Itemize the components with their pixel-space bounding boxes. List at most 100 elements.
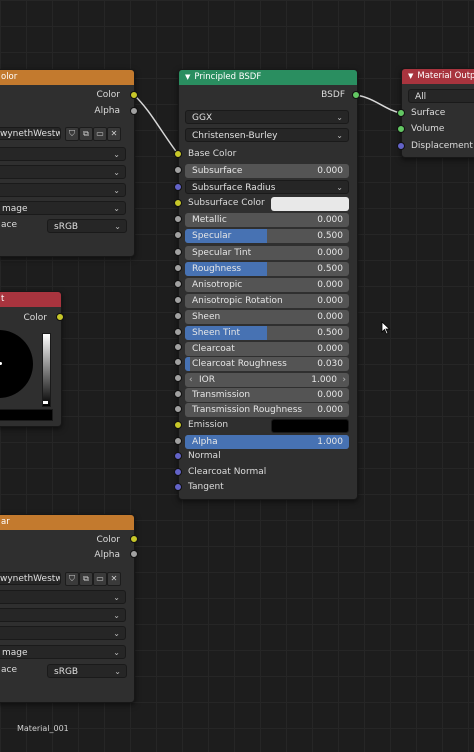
clearcoat-socket[interactable]	[174, 343, 182, 351]
field-clearcoat[interactable]: Clearcoat 0.000	[185, 342, 349, 356]
output-target-dropdown[interactable]: All	[408, 89, 474, 103]
collapse-triangle-icon[interactable]: ▼	[185, 73, 190, 81]
bsdf-node-header[interactable]: ▼ Principled BSDF	[179, 70, 357, 85]
source-dropdown[interactable]: mage ⌄	[0, 645, 126, 659]
duplicate-icon[interactable]: ⧉	[79, 127, 93, 141]
extension-dropdown[interactable]: ⌄	[0, 626, 126, 640]
field-sheen-tint[interactable]: Sheen Tint 0.500	[185, 326, 349, 340]
colorspace-dropdown[interactable]: sRGB ⌄	[47, 219, 127, 233]
specular-tint-socket[interactable]	[174, 248, 182, 256]
normal-socket[interactable]	[174, 452, 182, 460]
material-name-label: Material_001	[17, 724, 69, 733]
field-specular-tint[interactable]: Specular Tint 0.000	[185, 246, 349, 260]
subsurface-color-swatch[interactable]	[271, 197, 349, 211]
chevron-down-icon: ⌄	[336, 131, 343, 140]
field-alpha[interactable]: Alpha 1.000	[185, 435, 349, 449]
field-transmission[interactable]: Transmission 0.000	[185, 388, 349, 402]
chevron-down-icon: ⌄	[114, 222, 121, 231]
metallic-socket[interactable]	[174, 215, 182, 223]
image-bottom-alpha-socket[interactable]	[130, 550, 138, 558]
field-specular[interactable]: Specular 0.500	[185, 229, 349, 243]
image-top-color-socket[interactable]	[130, 91, 138, 99]
field-metallic[interactable]: Metallic 0.000	[185, 213, 349, 227]
close-icon[interactable]: ✕	[107, 127, 121, 141]
subsurface-socket[interactable]	[174, 166, 182, 174]
folder-icon[interactable]: ▭	[93, 572, 107, 586]
field-clearcoat-roughness[interactable]: Clearcoat Roughness 0.030	[185, 357, 349, 371]
field-transmission-roughness[interactable]: Transmission Roughness 0.000	[185, 403, 349, 417]
bsdf-output-socket[interactable]	[352, 91, 360, 99]
tangent-socket[interactable]	[174, 483, 182, 491]
image-texture-node-bottom[interactable]: ar Color Alpha wynethWestwo... ⛉ ⧉ ▭ ✕ ⌄…	[0, 514, 135, 703]
chevron-down-icon: ⌄	[113, 204, 120, 213]
rgb-node[interactable]: t Color	[0, 291, 62, 427]
volume-socket[interactable]	[397, 125, 405, 133]
image-name-field[interactable]: wynethWestwo...	[0, 127, 61, 140]
close-icon[interactable]: ✕	[107, 572, 121, 586]
interpolation-dropdown[interactable]: ⌄	[0, 147, 126, 161]
field-roughness[interactable]: Roughness 0.500	[185, 262, 349, 276]
image-top-alpha-socket[interactable]	[130, 107, 138, 115]
transmission-roughness-socket[interactable]	[174, 405, 182, 413]
displacement-socket[interactable]	[397, 142, 405, 150]
image-bottom-color-socket[interactable]	[130, 535, 138, 543]
clearcoat-roughness-socket[interactable]	[174, 358, 182, 366]
base-color-socket[interactable]	[174, 150, 182, 158]
link-bsdf-to-surface	[355, 94, 402, 114]
ior-increment-icon[interactable]: ›	[342, 373, 346, 387]
field-subsurface[interactable]: Subsurface 0.000	[185, 164, 349, 178]
sheen-tint-socket[interactable]	[174, 328, 182, 336]
extension-dropdown[interactable]: ⌄	[0, 183, 126, 197]
anisotropic-rotation-socket[interactable]	[174, 296, 182, 304]
image-node-header[interactable]: ar	[0, 515, 134, 530]
surface-socket[interactable]	[397, 109, 405, 117]
field-ior[interactable]: ‹ IOR 1.000 ›	[185, 373, 349, 387]
field-anisotropic-rotation[interactable]: Anisotropic Rotation 0.000	[185, 294, 349, 308]
image-node-header[interactable]: olor	[0, 70, 134, 85]
emission-socket[interactable]	[174, 421, 182, 429]
folder-icon[interactable]: ▭	[93, 127, 107, 141]
image-name-field[interactable]: wynethWestwo...	[0, 572, 61, 585]
value-slider[interactable]	[42, 333, 51, 407]
projection-dropdown[interactable]: ⌄	[0, 608, 126, 622]
subsurface-radius-socket[interactable]	[174, 183, 182, 191]
image-texture-node-top[interactable]: olor Color Alpha wynethWestwo... ⛉ ⧉ ▭ ✕…	[0, 69, 135, 257]
principled-bsdf-node[interactable]: ▼ Principled BSDF BSDF GGX ⌄ Christensen-B…	[178, 69, 358, 500]
roughness-socket[interactable]	[174, 264, 182, 272]
subsurface-method-dropdown[interactable]: Christensen-Burley ⌄	[185, 128, 349, 142]
rgb-node-header[interactable]: t	[0, 292, 61, 307]
field-anisotropic[interactable]: Anisotropic 0.000	[185, 278, 349, 292]
distribution-dropdown[interactable]: GGX ⌄	[185, 110, 349, 124]
normal-label: Normal	[188, 451, 221, 461]
link-color-to-base-color	[133, 94, 179, 155]
clearcoat-normal-socket[interactable]	[174, 468, 182, 476]
specular-socket[interactable]	[174, 231, 182, 239]
image-node-title: ar	[1, 517, 10, 527]
emission-color-swatch[interactable]	[271, 419, 349, 433]
rgb-color-socket[interactable]	[56, 313, 64, 321]
anisotropic-socket[interactable]	[174, 280, 182, 288]
subsurface-color-socket[interactable]	[174, 199, 182, 207]
collapse-triangle-icon[interactable]: ▼	[408, 72, 413, 80]
alpha-socket[interactable]	[174, 437, 182, 445]
interpolation-dropdown[interactable]: ⌄	[0, 590, 126, 604]
color-wheel[interactable]	[0, 330, 33, 398]
bsdf-output-label: BSDF	[321, 90, 345, 100]
colorspace-dropdown[interactable]: sRGB ⌄	[47, 664, 127, 678]
fake-user-shield-icon[interactable]: ⛉	[65, 572, 79, 586]
fake-user-shield-icon[interactable]: ⛉	[65, 127, 79, 141]
value-slider-handle[interactable]	[43, 401, 48, 404]
sheen-socket[interactable]	[174, 312, 182, 320]
ior-socket[interactable]	[174, 374, 182, 382]
material-output-header[interactable]: ▼ Material Output	[402, 69, 474, 84]
image-node-title: olor	[1, 72, 18, 82]
material-output-node[interactable]: ▼ Material Output All Surface Volume Disp…	[401, 68, 474, 158]
duplicate-icon[interactable]: ⧉	[79, 572, 93, 586]
source-dropdown[interactable]: mage ⌄	[0, 201, 126, 215]
field-sheen[interactable]: Sheen 0.000	[185, 310, 349, 324]
subsurface-radius-dropdown[interactable]: Subsurface Radius ⌄	[185, 180, 349, 194]
chevron-down-icon: ⌄	[113, 150, 120, 159]
transmission-socket[interactable]	[174, 390, 182, 398]
ior-decrement-icon[interactable]: ‹	[189, 373, 193, 387]
projection-dropdown[interactable]: ⌄	[0, 165, 126, 179]
